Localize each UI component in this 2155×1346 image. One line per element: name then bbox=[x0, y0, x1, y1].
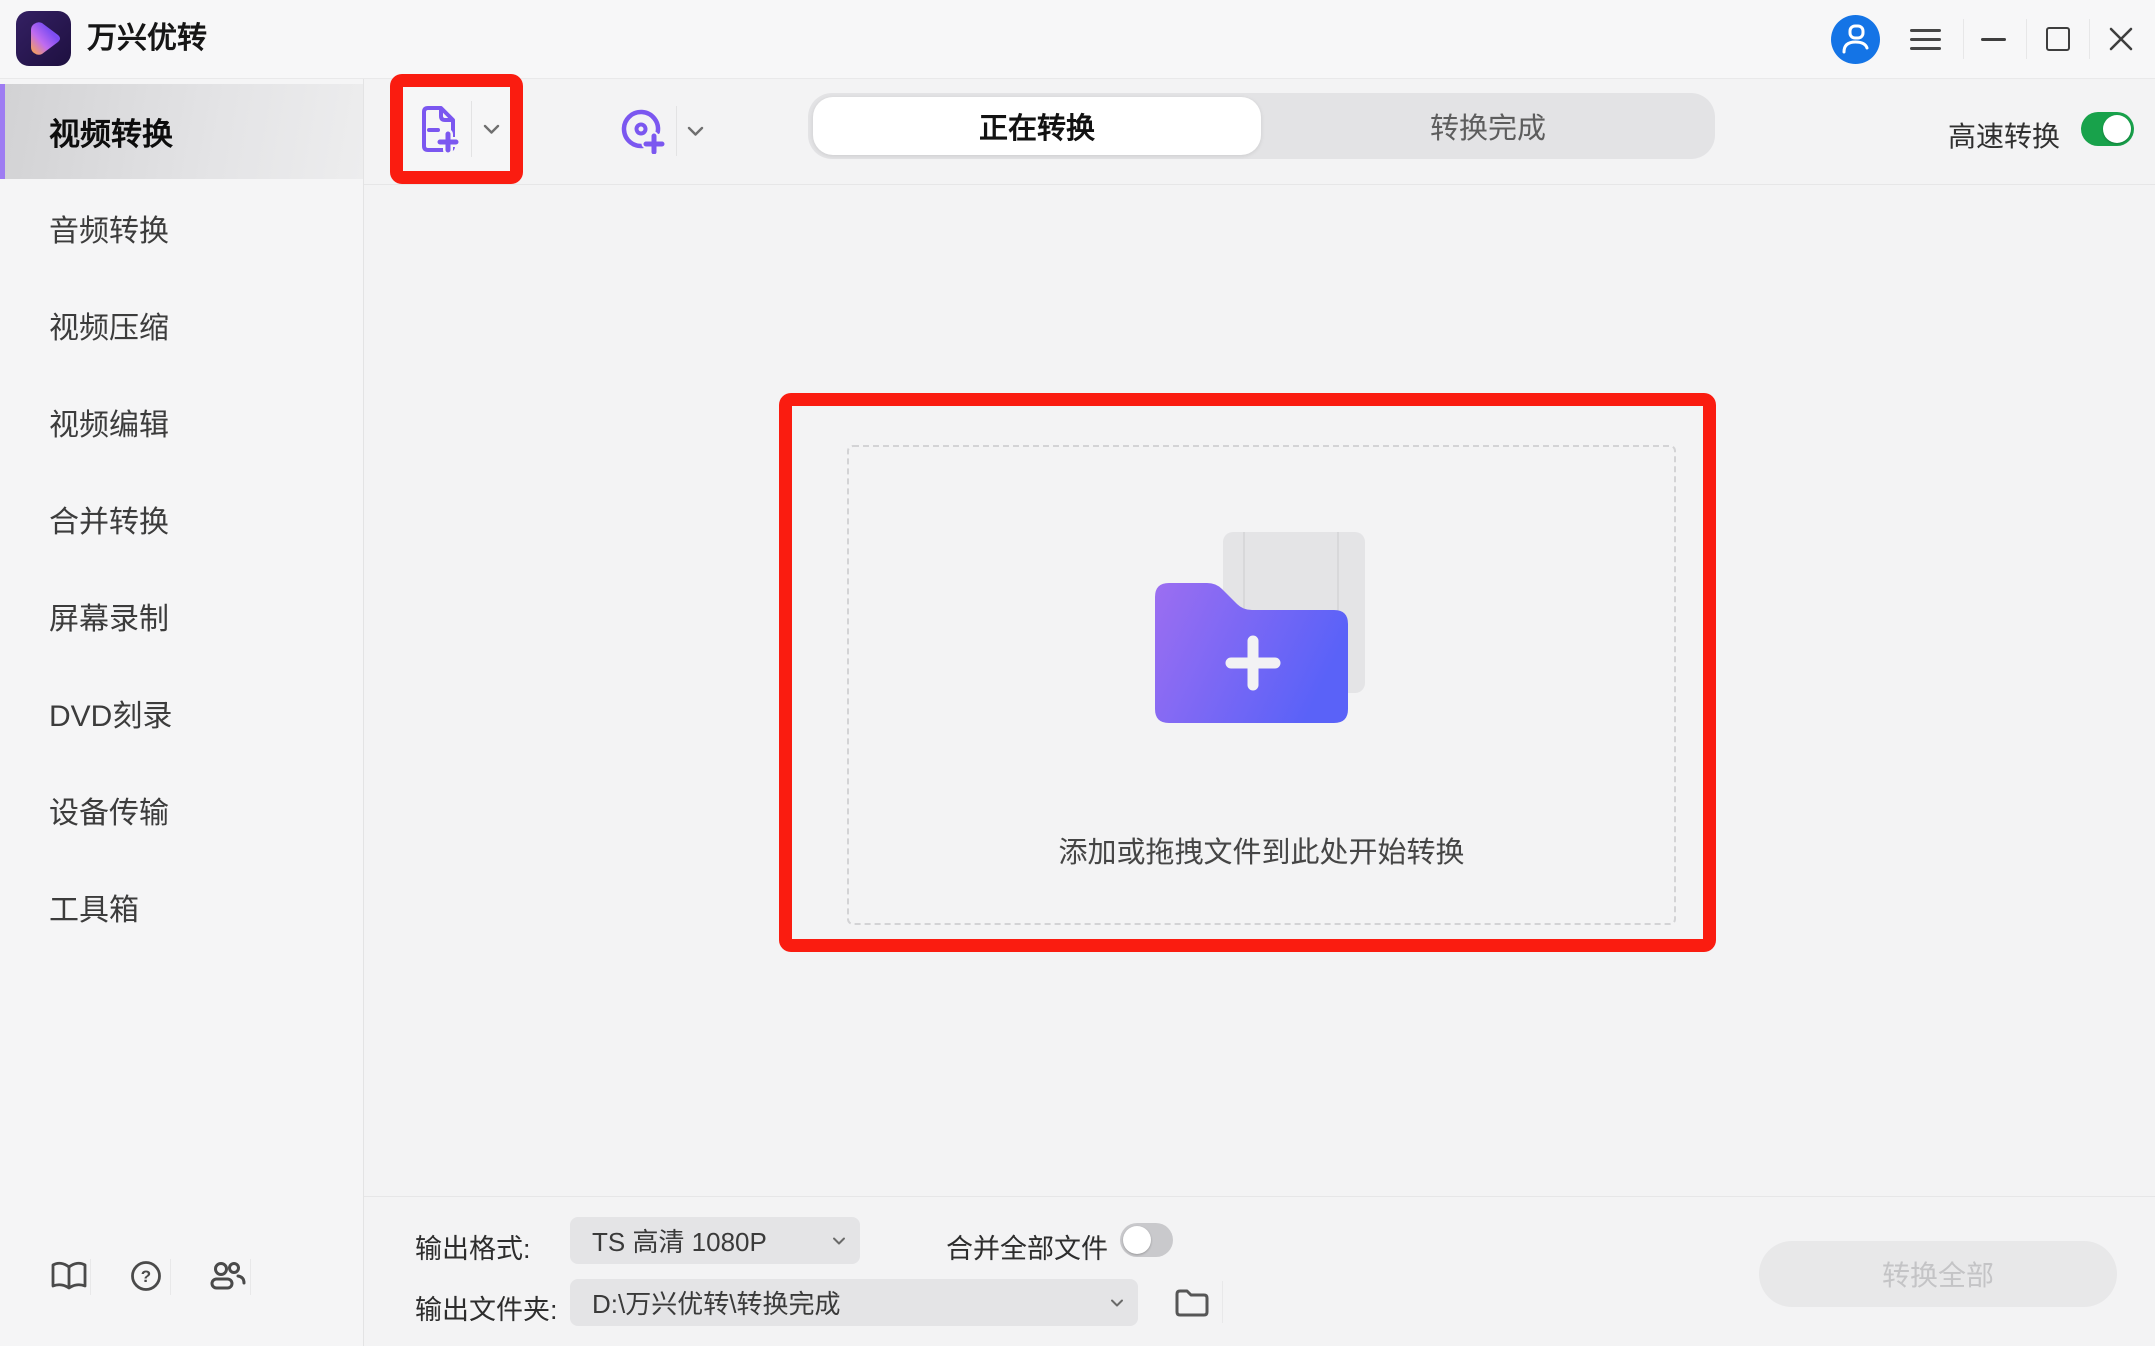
browse-folder-button[interactable] bbox=[1170, 1283, 1214, 1321]
browse-folder-icon bbox=[1174, 1287, 1210, 1317]
sidebar-item-label: 视频编辑 bbox=[49, 400, 169, 444]
output-format-select[interactable]: TS 高清 1080P bbox=[570, 1217, 860, 1264]
add-disc-icon bbox=[620, 108, 666, 154]
annotation-box-add-file bbox=[390, 74, 523, 184]
titlebar-separator bbox=[1963, 19, 1964, 59]
chevron-down-icon bbox=[832, 1236, 846, 1245]
footer-separator bbox=[170, 1259, 171, 1295]
svg-text:?: ? bbox=[141, 1267, 151, 1286]
titlebar-separator bbox=[2089, 19, 2090, 59]
minimize-icon[interactable] bbox=[1974, 22, 2012, 56]
sidebar-item-label: 视频转换 bbox=[49, 109, 173, 154]
tab-label: 正在转换 bbox=[979, 105, 1095, 147]
sidebar-item-label: 设备传输 bbox=[49, 788, 169, 832]
sidebar-item-audio-convert[interactable]: 音频转换 bbox=[0, 179, 363, 276]
sidebar-item-label: 音频转换 bbox=[49, 206, 169, 250]
sidebar-item-video-convert[interactable]: 视频转换 bbox=[0, 84, 363, 179]
sidebar-item-merge-convert[interactable]: 合并转换 bbox=[0, 470, 363, 567]
sidebar-item-label: 视频压缩 bbox=[49, 303, 169, 347]
sidebar-item-label: 屏幕录制 bbox=[49, 594, 169, 638]
sidebar-item-label: 工具箱 bbox=[49, 885, 139, 929]
toggle-knob bbox=[2103, 115, 2131, 143]
button-divider bbox=[676, 106, 677, 156]
title-bar: 万兴优转 bbox=[0, 0, 2155, 79]
tab-bar: 正在转换 转换完成 bbox=[808, 93, 1715, 159]
sidebar-item-video-edit[interactable]: 视频编辑 bbox=[0, 373, 363, 470]
high-speed-label: 高速转换 bbox=[1948, 115, 2060, 155]
chevron-down-icon bbox=[1110, 1298, 1124, 1307]
sidebar-item-label: DVD刻录 bbox=[49, 691, 172, 735]
help-icon: ? bbox=[130, 1260, 162, 1292]
user-guide-button[interactable] bbox=[50, 1259, 88, 1293]
close-icon[interactable] bbox=[2102, 22, 2140, 56]
tab-finished[interactable]: 转换完成 bbox=[1261, 93, 1715, 159]
add-disc-button[interactable] bbox=[612, 100, 712, 162]
chevron-down-icon[interactable] bbox=[687, 126, 704, 137]
output-format-label: 输出格式: bbox=[415, 1227, 531, 1266]
output-folder-label: 输出文件夹: bbox=[415, 1288, 558, 1327]
sidebar-item-screen-record[interactable]: 屏幕录制 bbox=[0, 567, 363, 664]
tab-label: 转换完成 bbox=[1430, 105, 1546, 147]
uniconverter-window: 万兴优转 视频转换 音频转换 视频压缩 视频编辑 合并转换 屏幕录制 DVD刻录… bbox=[0, 0, 2155, 1346]
bottombar-separator bbox=[1222, 1281, 1223, 1323]
chevron-down-icon[interactable] bbox=[483, 124, 500, 135]
community-icon bbox=[209, 1260, 247, 1292]
app-logo-icon bbox=[16, 11, 71, 66]
sidebar-item-label: 合并转换 bbox=[49, 497, 169, 541]
help-button[interactable]: ? bbox=[129, 1260, 163, 1292]
output-folder-select[interactable]: D:\万兴优转\转换完成 bbox=[570, 1279, 1138, 1326]
menu-icon[interactable] bbox=[1910, 29, 1941, 50]
merge-all-toggle[interactable] bbox=[1120, 1223, 1173, 1257]
merge-all-label: 合并全部文件 bbox=[946, 1227, 1108, 1266]
guide-book-icon bbox=[51, 1261, 87, 1291]
toggle-knob bbox=[1123, 1226, 1151, 1254]
user-avatar[interactable] bbox=[1831, 15, 1880, 64]
sidebar: 视频转换 音频转换 视频压缩 视频编辑 合并转换 屏幕录制 DVD刻录 设备传输… bbox=[0, 79, 364, 1346]
add-folder-icon[interactable] bbox=[1155, 583, 1348, 723]
add-file-icon bbox=[414, 105, 460, 153]
app-title: 万兴优转 bbox=[87, 0, 207, 78]
sidebar-item-video-compress[interactable]: 视频压缩 bbox=[0, 276, 363, 373]
footer-separator bbox=[250, 1259, 251, 1295]
maximize-icon[interactable] bbox=[2039, 22, 2077, 56]
tab-converting[interactable]: 正在转换 bbox=[813, 97, 1261, 155]
drop-hint-text: 添加或拖拽文件到此处开始转换 bbox=[847, 829, 1676, 871]
community-button[interactable] bbox=[208, 1260, 248, 1292]
button-divider bbox=[471, 101, 472, 157]
sidebar-item-dvd-burn[interactable]: DVD刻录 bbox=[0, 664, 363, 761]
convert-all-button[interactable]: 转换全部 bbox=[1759, 1241, 2117, 1307]
footer-separator bbox=[90, 1259, 91, 1295]
titlebar-separator bbox=[2026, 19, 2027, 59]
high-speed-toggle[interactable] bbox=[2081, 112, 2134, 146]
output-folder-value: D:\万兴优转\转换完成 bbox=[592, 1284, 840, 1321]
sidebar-item-device-transfer[interactable]: 设备传输 bbox=[0, 761, 363, 858]
output-format-value: TS 高清 1080P bbox=[592, 1222, 767, 1259]
sidebar-item-toolbox[interactable]: 工具箱 bbox=[0, 858, 363, 955]
add-file-button[interactable] bbox=[414, 101, 500, 157]
